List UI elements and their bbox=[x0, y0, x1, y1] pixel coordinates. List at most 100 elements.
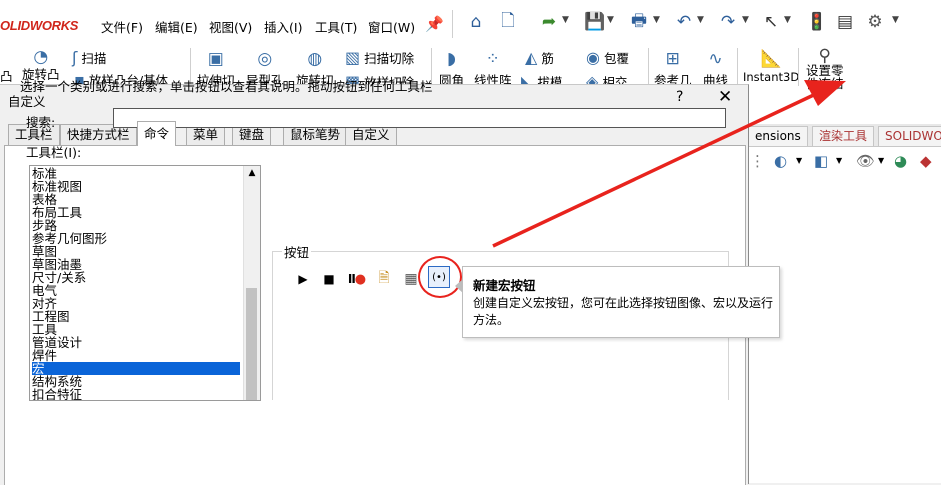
menu-window[interactable]: 窗口(W) bbox=[368, 17, 415, 36]
list-item[interactable]: 标准视图 bbox=[32, 180, 240, 193]
undo-icon[interactable]: ↶ bbox=[673, 11, 695, 33]
toolbars-label: 工具栏(I): bbox=[26, 145, 82, 160]
curves-icon: ∿ bbox=[708, 49, 723, 69]
reference-geometry-button[interactable]: ⊞ 参考几 bbox=[654, 48, 692, 89]
chevron-down-icon[interactable]: ▼ bbox=[878, 156, 884, 165]
list-item[interactable]: 电气 bbox=[32, 284, 240, 297]
chevron-down-icon[interactable]: ▼ bbox=[892, 15, 899, 25]
instructions-text: 选择一个类别或进行搜索，单击按钮以查看其说明。拖动按钮到任何工具栏 bbox=[20, 79, 433, 94]
traffic-light-icon[interactable]: 🚦 bbox=[806, 11, 828, 33]
linear-pattern-button[interactable]: ⁘ 线性阵 bbox=[474, 48, 512, 89]
close-button[interactable]: ✕ bbox=[718, 87, 732, 107]
list-item[interactable]: 工程图 bbox=[32, 310, 240, 323]
tooltip: 新建宏按钮 创建自定义宏按钮，您可在此选择按钮图像、宏以及运行方法。 bbox=[462, 266, 780, 338]
part-freeze-label-2: 件冻结 bbox=[806, 76, 844, 91]
chevron-down-icon[interactable]: ▼ bbox=[607, 15, 614, 25]
fillet-icon: ◗ bbox=[447, 49, 456, 69]
new-macro-icon[interactable]: 🗎 bbox=[375, 270, 393, 288]
list-scrollbar[interactable]: ▲ bbox=[243, 166, 260, 400]
appearance-icon[interactable]: ◕ bbox=[894, 152, 907, 170]
scroll-thumb[interactable] bbox=[246, 288, 257, 400]
tab-render-tools[interactable]: 渲染工具 bbox=[812, 126, 875, 146]
scene-icon[interactable]: ◆ bbox=[920, 152, 932, 170]
list-item[interactable]: 布局工具 bbox=[32, 206, 240, 219]
buttons-group-label: 按钮 bbox=[282, 242, 312, 261]
rib-icon: ◭ bbox=[525, 48, 538, 67]
fillet-button[interactable]: ◗ 圆角 bbox=[439, 48, 464, 89]
select-icon[interactable]: ↖ bbox=[760, 11, 782, 33]
display-style-icon[interactable]: ◧ bbox=[814, 152, 828, 170]
sweep-button[interactable]: ʃ 扫描 bbox=[72, 48, 106, 67]
redo-icon[interactable]: ↷ bbox=[717, 11, 739, 33]
settings-icon[interactable]: ⚙ bbox=[864, 11, 886, 33]
menu-edit[interactable]: 编辑(E) bbox=[155, 17, 198, 36]
search-input[interactable] bbox=[113, 108, 726, 128]
list-item[interactable]: 焊件 bbox=[32, 349, 240, 362]
view-orientation-icon[interactable]: ⋮ bbox=[750, 152, 765, 170]
wrap-label: 包覆 bbox=[603, 51, 629, 66]
swept-cut-icon: ▧ bbox=[345, 48, 361, 67]
list-item[interactable]: 参考几何图形 bbox=[32, 232, 240, 245]
sweep-label: 扫描 bbox=[81, 51, 107, 66]
run-macro-icon[interactable]: ▶ bbox=[294, 270, 312, 288]
wrap-button[interactable]: ◉ 包覆 bbox=[586, 48, 629, 67]
instant3d-icon: 📐 bbox=[760, 49, 782, 69]
list-item[interactable]: 管道设计 bbox=[32, 336, 240, 349]
chevron-down-icon[interactable]: ▼ bbox=[562, 15, 569, 25]
part-freeze-icon: ⚲ bbox=[818, 46, 831, 66]
tab-commands[interactable]: 命令 bbox=[137, 121, 177, 146]
tooltip-title: 新建宏按钮 bbox=[473, 278, 536, 293]
instant3d-label: Instant3D bbox=[743, 70, 800, 84]
wrap-icon: ◉ bbox=[586, 48, 600, 67]
chevron-down-icon[interactable]: ▼ bbox=[836, 156, 842, 165]
chevron-down-icon[interactable]: ▼ bbox=[697, 15, 704, 25]
menu-insert[interactable]: 插入(I) bbox=[264, 17, 302, 36]
menubar: OLIDWORKS 文件(F) 编辑(E) 视图(V) 插入(I) 工具(T) … bbox=[0, 0, 941, 45]
toolbar-category-list[interactable]: 标准 标准视图 表格 布局工具 步路 参考几何图形 草图 草图油墨 尺寸/关系 … bbox=[29, 165, 261, 401]
save-icon[interactable]: 💾 bbox=[584, 11, 606, 33]
new-file-icon[interactable]: 🗋 bbox=[497, 11, 519, 33]
revolve-cut-icon: ◍ bbox=[307, 49, 323, 69]
menu-view[interactable]: 视图(V) bbox=[209, 17, 252, 36]
home-icon[interactable]: ⌂ bbox=[465, 11, 487, 33]
extrude-cut-icon: ▣ bbox=[207, 49, 224, 69]
ribbon-side-label: 凸 bbox=[0, 69, 13, 84]
hole-wizard-icon: ◎ bbox=[257, 49, 273, 69]
linear-pattern-icon: ⁘ bbox=[485, 49, 500, 69]
menu-tools[interactable]: 工具(T) bbox=[315, 17, 357, 36]
pin-icon[interactable]: 📌 bbox=[425, 15, 444, 33]
tooltip-body: 创建自定义宏按钮，您可在此选择按钮图像、宏以及运行方法。 bbox=[473, 296, 774, 327]
separator bbox=[452, 10, 453, 38]
revolve-boss-icon: ◔ bbox=[33, 47, 49, 67]
rib-button[interactable]: ◭ 筋 bbox=[525, 48, 554, 67]
reference-geometry-icon: ⊞ bbox=[665, 49, 680, 69]
curves-button[interactable]: ∿ 曲线 bbox=[703, 48, 728, 89]
chevron-down-icon[interactable]: ▼ bbox=[796, 156, 802, 165]
part-freeze-button[interactable]: ⚲ 设置零 件冻结 bbox=[806, 46, 844, 91]
sweep-icon: ʃ bbox=[72, 48, 78, 67]
chevron-down-icon[interactable]: ▼ bbox=[784, 15, 791, 25]
command-manager-tabs: ensions 渲染工具 SOLIDWOR bbox=[748, 124, 941, 147]
open-icon[interactable]: ➦ bbox=[538, 11, 560, 33]
chevron-down-icon[interactable]: ▼ bbox=[653, 15, 660, 25]
view-settings-icon[interactable]: ◐ bbox=[774, 152, 787, 170]
tab-dimensions[interactable]: ensions bbox=[748, 126, 808, 146]
stop-macro-icon[interactable]: ■ bbox=[320, 270, 338, 288]
list-item[interactable]: 扣合特征 bbox=[32, 388, 240, 400]
rib-label: 筋 bbox=[541, 51, 554, 66]
file-properties-icon[interactable]: ▤ bbox=[834, 11, 856, 33]
scroll-up-icon[interactable]: ▲ bbox=[244, 168, 260, 178]
instant3d-button[interactable]: 📐 Instant3D bbox=[743, 48, 799, 84]
help-button[interactable]: ? bbox=[676, 89, 683, 105]
record-pause-macro-icon[interactable]: II ● bbox=[346, 270, 368, 288]
app-logo: OLIDWORKS bbox=[0, 18, 79, 33]
menu-file[interactable]: 文件(F) bbox=[101, 17, 143, 36]
print-icon[interactable]: 🖶 bbox=[628, 11, 650, 33]
chevron-down-icon[interactable]: ▼ bbox=[742, 15, 749, 25]
tab-solidworks-addins[interactable]: SOLIDWOR bbox=[878, 126, 941, 146]
list-item[interactable]: 尺寸/关系 bbox=[32, 271, 240, 284]
separator bbox=[737, 48, 738, 86]
hide-show-icon[interactable]: 👁 bbox=[856, 152, 875, 170]
search-label: 搜索: bbox=[26, 115, 56, 130]
swept-cut-button[interactable]: ▧ 扫描切除 bbox=[345, 48, 414, 67]
